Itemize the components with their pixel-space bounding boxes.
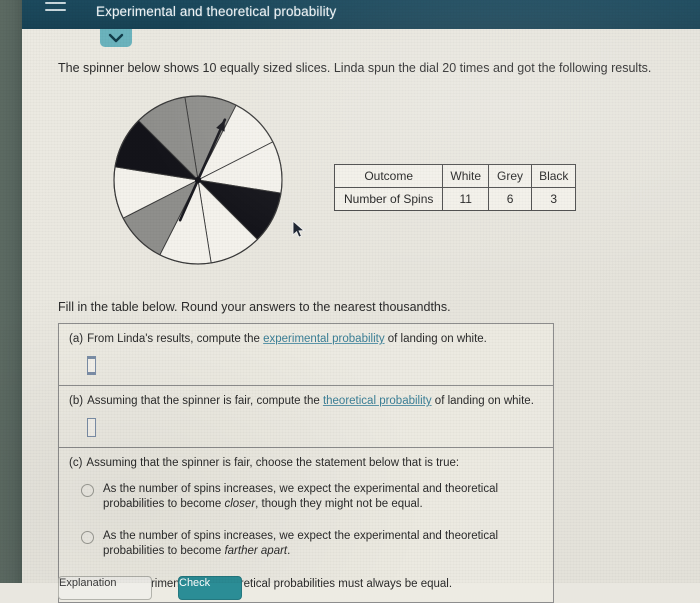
question-b-text-before: Assuming that the spinner is fair, compu… xyxy=(87,394,323,407)
value-black: 3 xyxy=(531,187,577,211)
header-black: Black xyxy=(531,164,577,188)
collapse-chevron-tab[interactable] xyxy=(100,29,132,47)
table-row-values: Number of Spins 11 6 3 xyxy=(333,187,577,211)
explanation-button[interactable]: Explanation xyxy=(58,576,152,600)
value-grey: 6 xyxy=(488,187,533,211)
results-table: Outcome White Grey Black Number of Spins… xyxy=(333,164,577,211)
question-c-marker: (c) xyxy=(69,456,83,469)
choice-2-emphasis: farther apart xyxy=(224,545,288,558)
spinner-hub xyxy=(194,176,202,184)
question-a-text-before: From Linda's results, compute the xyxy=(87,333,264,345)
table-row-headers: Outcome White Grey Black xyxy=(333,164,577,188)
experimental-probability-link[interactable]: experimental probability xyxy=(263,333,384,345)
question-b-text: (b) Assuming that the spinner is fair, co… xyxy=(69,394,543,409)
question-panel: (a) From Linda's results, compute the exp… xyxy=(58,323,554,603)
answer-input-b[interactable] xyxy=(87,417,96,437)
theoretical-probability-link[interactable]: theoretical probability xyxy=(323,395,432,407)
page-title: Experimental and theoretical probability xyxy=(96,4,337,19)
question-c-text: (c) Assuming that the spinner is fair, ch… xyxy=(69,456,543,471)
radio-button-2[interactable] xyxy=(81,531,94,545)
value-white: 11 xyxy=(442,187,490,211)
hamburger-menu-icon[interactable] xyxy=(45,0,66,11)
hamburger-bar xyxy=(45,9,66,11)
answer-input-a[interactable] xyxy=(87,355,96,375)
choice-option-2[interactable]: As the number of spins increases, we exp… xyxy=(81,529,543,559)
choice-1-part2: , though they might not be equal. xyxy=(255,497,423,510)
question-a-text: (a) From Linda's results, compute the exp… xyxy=(69,332,543,347)
fill-in-instruction: Fill in the table below. Round your answ… xyxy=(58,300,451,314)
content-area: The spinner below shows 10 equally sized… xyxy=(22,29,700,603)
hamburger-bar xyxy=(45,2,66,4)
choice-2-text: As the number of spins increases, we exp… xyxy=(103,529,543,559)
question-b-marker: (b) xyxy=(69,394,84,407)
header-grey: Grey xyxy=(488,164,533,188)
header-outcome: Outcome xyxy=(333,164,444,188)
monitor-bezel-left xyxy=(0,0,22,583)
question-block-b: (b) Assuming that the spinner is fair, co… xyxy=(59,386,553,448)
choice-1-emphasis: closer xyxy=(224,497,256,510)
chevron-down-icon xyxy=(108,33,124,43)
check-button[interactable]: Check xyxy=(178,576,242,600)
radio-button-1[interactable] xyxy=(81,483,94,497)
question-c-prompt: Assuming that the spinner is fair, choos… xyxy=(86,456,460,469)
spinner-svg xyxy=(113,95,283,265)
choice-1-text: As the number of spins increases, we exp… xyxy=(103,482,543,512)
choice-2-part1: As the number of spins increases, we exp… xyxy=(103,530,499,558)
choice-option-1[interactable]: As the number of spins increases, we exp… xyxy=(81,482,543,512)
question-a-marker: (a) xyxy=(69,333,84,345)
question-b-text-after: of landing on white. xyxy=(431,394,534,407)
spinner-figure xyxy=(110,92,286,268)
footer-button-bar: Explanation Check xyxy=(58,576,242,600)
mouse-cursor-icon xyxy=(292,220,306,238)
row-label-spins: Number of Spins xyxy=(333,187,444,211)
header-white: White xyxy=(442,164,490,188)
question-block-a: (a) From Linda's results, compute the exp… xyxy=(59,324,553,386)
choice-2-part2: . xyxy=(287,545,291,558)
question-a-text-after: of landing on white. xyxy=(384,333,487,345)
intro-text: The spinner below shows 10 equally sized… xyxy=(58,61,652,75)
